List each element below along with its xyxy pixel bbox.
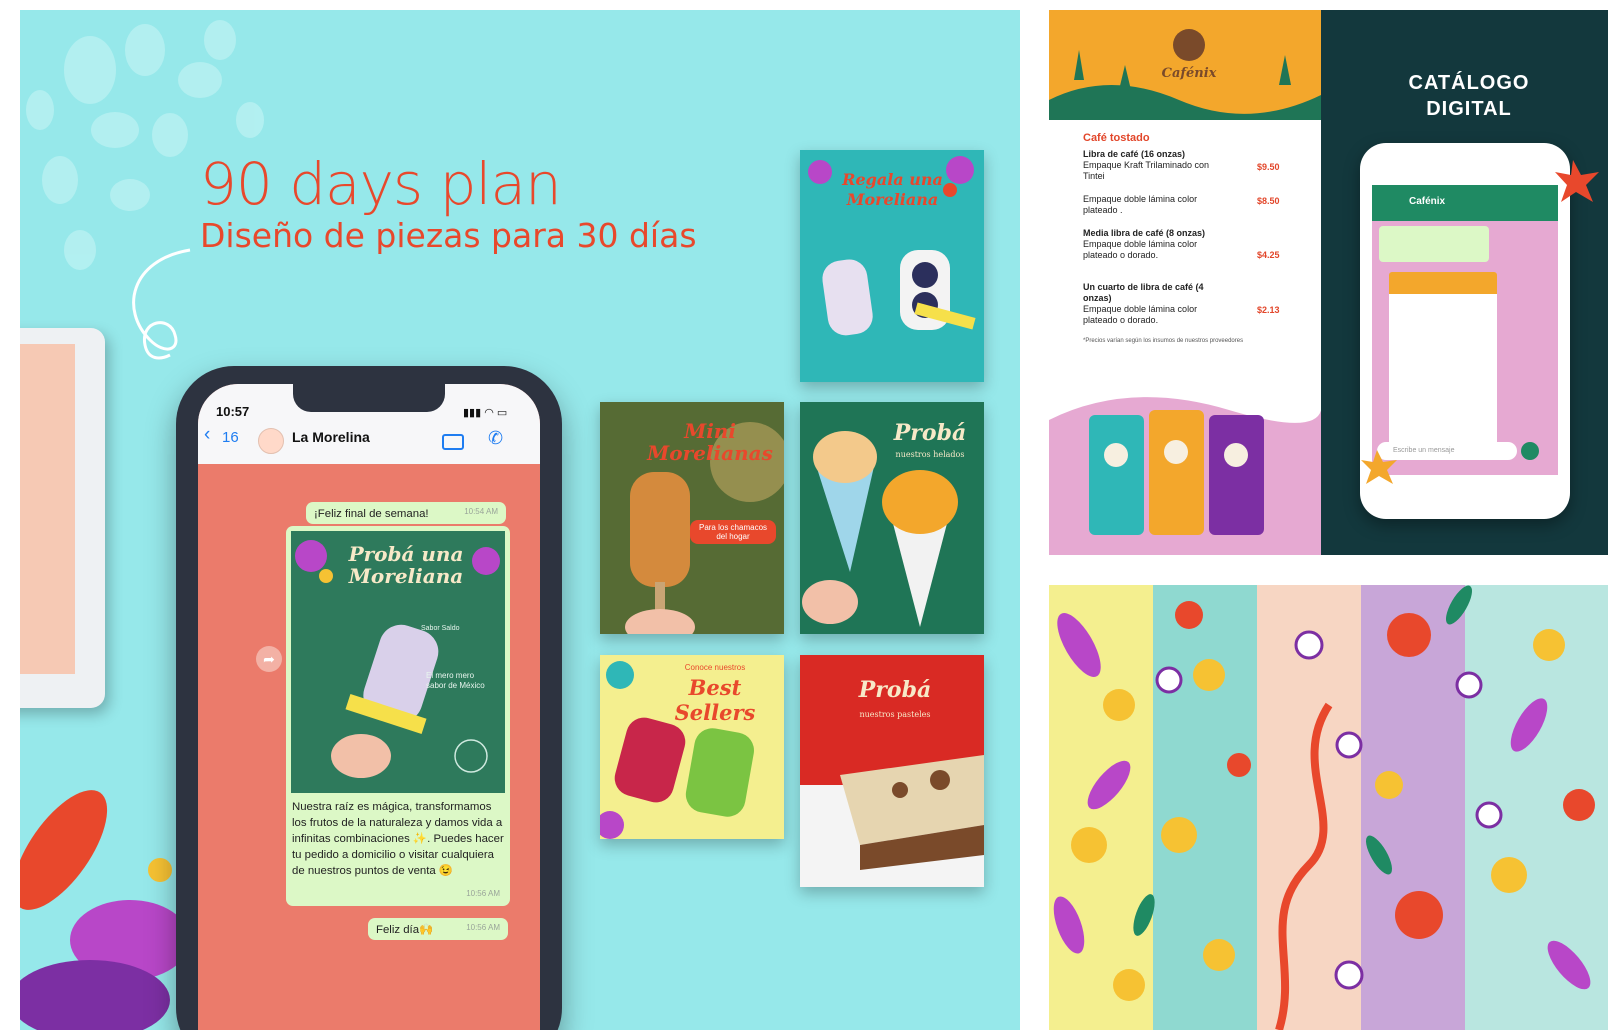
back-chevron-icon[interactable]: ‹ [204, 424, 210, 446]
post-subtitle: nuestros pasteles [859, 710, 931, 719]
phone-call-icon[interactable]: ✆ [488, 428, 503, 449]
la-morelina-panel: 90 days plan Diseño de piezas para 30 dí… [20, 10, 1020, 1030]
arrow-doodle [132, 248, 191, 360]
menu-section-title: Café tostado [1083, 132, 1150, 144]
menu-item: Media libra de café (8 onzas) Empaque dob… [1083, 228, 1206, 260]
menu-item: Empaque doble lámina color plateado . [1083, 194, 1198, 215]
image-label: Sabor Saldo [421, 625, 460, 632]
monitor-mockup [20, 328, 105, 708]
image-label: El mero mero sabor de México [426, 671, 485, 690]
phone-notch [293, 384, 445, 412]
share-forward-icon[interactable]: ➦ [256, 646, 282, 672]
back-count[interactable]: 16 [222, 429, 239, 446]
menu-item: Libra de café (16 onzas) Empaque Kraft Tr… [1083, 149, 1210, 181]
contact-name[interactable]: La Morelina [292, 429, 370, 445]
brand-logo-text: Cafénix [1161, 66, 1217, 81]
post-pretitle: Conoce nuestros [684, 663, 746, 672]
cafenix-catalog-panel: Cafénix Café tostado Libra de café (16 o… [1049, 10, 1608, 555]
post-title: Regala una Moreliana [842, 170, 943, 209]
promo-title: 90 days plan [200, 150, 562, 218]
menu-item: Un cuarto de libra de café (4 onzas) Empa… [1083, 282, 1204, 325]
menu-price: $2.13 [1257, 305, 1280, 315]
message-bubble: ¡Feliz final de semana! 10:54 AM [306, 502, 506, 524]
message-time: 10:56 AM [466, 889, 500, 898]
post-tag: Para los chamacos del hogar [690, 520, 776, 544]
post-card[interactable]: Probá nuestros helados [800, 402, 984, 634]
message-text: Nuestra raíz es mágica, transformamos lo… [292, 801, 504, 877]
menu-price: $8.50 [1257, 196, 1280, 206]
post-card[interactable]: Mini Morelianas Para los chamacos del ho… [600, 402, 784, 634]
message-time: 10:56 AM [466, 923, 500, 932]
image-message-bubble: Probá una Moreliana Sabor Saldo El mero … [286, 526, 510, 906]
video-call-icon[interactable] [442, 434, 464, 450]
message-bubble: Feliz día🙌 10:56 AM [368, 918, 508, 940]
post-title: Probá [858, 677, 932, 703]
image-title: Probá una Moreliana [348, 542, 464, 588]
post-subtitle: nuestros helados [895, 450, 965, 459]
whatsapp-screen: 10:57 ▮▮▮ ◠ ▭ ‹ 16 La Morelina ✆ ¡Feliz … [198, 384, 540, 1030]
promo-subtitle: Diseño de piezas para 30 días [200, 216, 697, 255]
menu-header-art [1049, 29, 1321, 120]
menu-header: Cafénix [1049, 10, 1321, 120]
coffee-bags [1049, 397, 1321, 555]
message-text: Feliz día🙌 [376, 924, 434, 936]
post-title: Best Sellers [674, 675, 756, 725]
signal-icon: ▮▮▮ ◠ ▭ [463, 407, 508, 419]
post-title: Probá [893, 420, 967, 446]
avatar[interactable] [258, 428, 284, 454]
post-title: Mini Morelianas [647, 419, 773, 465]
message-text: ¡Feliz final de semana! [314, 508, 429, 520]
star-decor [1361, 160, 1599, 484]
menu-note: *Precios varían según los insumos de nue… [1083, 338, 1244, 344]
floral-pattern [1053, 585, 1595, 1030]
status-time: 10:57 [216, 404, 250, 419]
menu-price: $4.25 [1257, 250, 1280, 260]
post-card[interactable]: Conoce nuestros Best Sellers [600, 655, 784, 839]
pattern-panel [1049, 585, 1608, 1030]
post-card[interactable]: Regala una Moreliana [800, 150, 984, 382]
post-card[interactable]: Probá nuestros pasteles [800, 655, 984, 887]
message-time: 10:54 AM [464, 507, 498, 516]
message-image[interactable]: Probá una Moreliana Sabor Saldo El mero … [291, 531, 505, 793]
menu-price: $9.50 [1257, 162, 1280, 172]
